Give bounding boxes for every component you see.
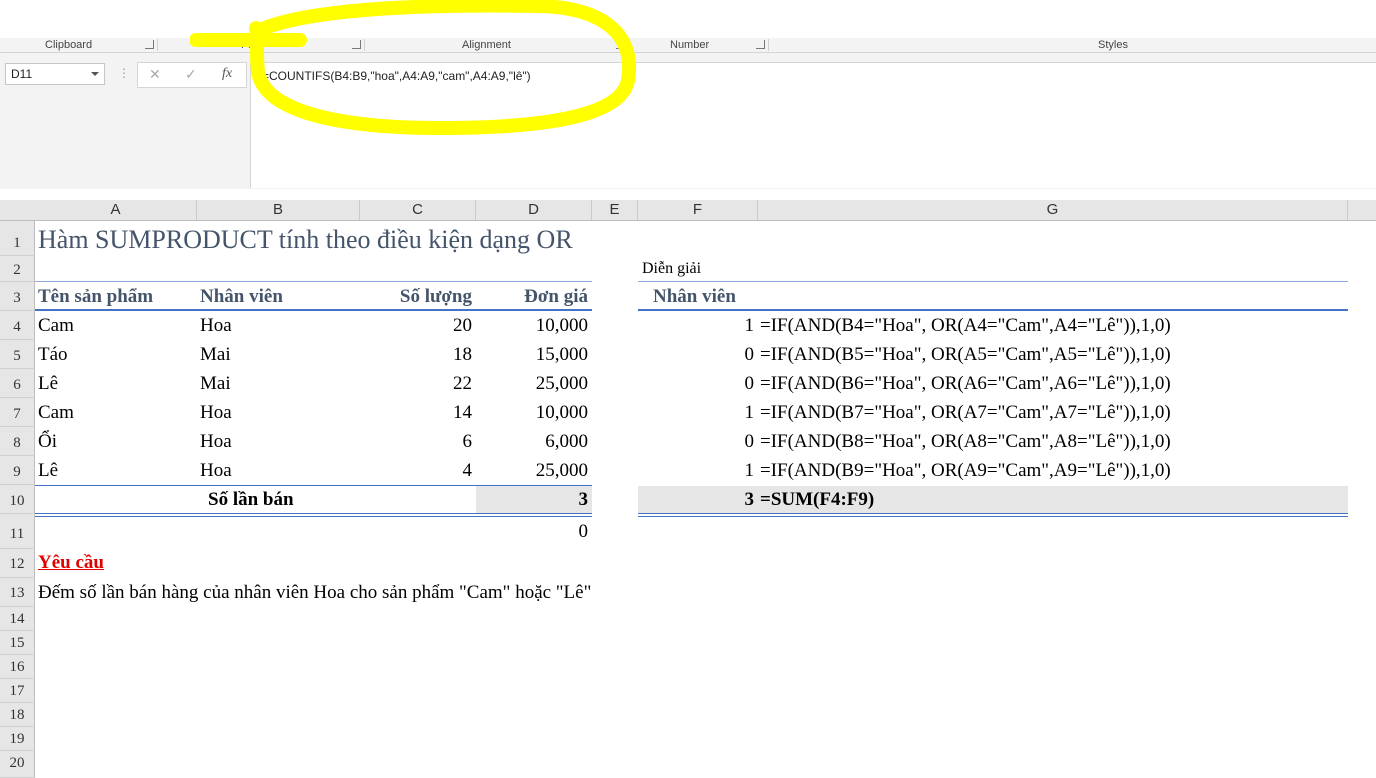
cell-qty[interactable]: 20: [360, 315, 472, 337]
row-header[interactable]: 18: [0, 703, 35, 727]
column-header[interactable]: G: [758, 200, 1348, 220]
header-border: [35, 309, 592, 311]
column-header[interactable]: E: [592, 200, 638, 220]
row-header[interactable]: 3: [0, 282, 35, 311]
row-header[interactable]: 5: [0, 340, 35, 369]
cell-staff[interactable]: Hoa: [200, 460, 232, 482]
column-headers: A B C D E F G: [0, 200, 1376, 221]
cell-qty[interactable]: 4: [360, 460, 473, 482]
row-header[interactable]: 9: [0, 456, 35, 485]
total-value[interactable]: 3: [476, 489, 589, 511]
explain-label[interactable]: Diễn giải: [642, 260, 701, 278]
ribbon-group-number: Number: [670, 39, 710, 51]
header-f-staff[interactable]: Nhân viên: [653, 286, 736, 308]
name-box[interactable]: D11: [5, 63, 105, 85]
cell-expr[interactable]: =IF(AND(B5="Hoa", OR(A5="Cam",A5="Lê")),…: [760, 344, 1171, 366]
row-header[interactable]: 15: [0, 631, 35, 655]
cell-price[interactable]: 25,000: [476, 373, 588, 395]
column-header[interactable]: A: [35, 200, 197, 220]
header-price[interactable]: Đơn giá: [476, 286, 588, 308]
total-bottom-border: [638, 516, 1348, 517]
row-header[interactable]: 8: [0, 427, 35, 456]
cell-staff[interactable]: Hoa: [200, 315, 232, 337]
cell-product[interactable]: Lê: [38, 373, 58, 395]
clipboard-launcher-icon[interactable]: [145, 40, 154, 49]
cell-price[interactable]: 10,000: [476, 402, 588, 424]
cell-product[interactable]: Ổi: [38, 431, 57, 453]
table-top-border: [35, 281, 592, 282]
column-header[interactable]: D: [476, 200, 592, 220]
ribbon-divider: [768, 39, 769, 51]
cell-product[interactable]: Táo: [38, 344, 68, 366]
cell-price[interactable]: 6,000: [476, 431, 588, 453]
cell-d11[interactable]: 0: [476, 521, 589, 543]
cell-qty[interactable]: 22: [360, 373, 472, 395]
ribbon-group-clipboard: Clipboard: [45, 39, 93, 51]
row-header[interactable]: 10: [0, 485, 35, 514]
cell-price[interactable]: 10,000: [476, 315, 588, 337]
table-top-border: [638, 281, 1348, 282]
row-header[interactable]: 17: [0, 679, 35, 703]
cell-qty[interactable]: 6: [360, 431, 473, 453]
total-label[interactable]: Số lần bán: [208, 489, 294, 511]
row-header[interactable]: 16: [0, 655, 35, 679]
requirement-text[interactable]: Đếm số lần bán hàng của nhân viên Hoa ch…: [38, 582, 591, 604]
cell-flag[interactable]: 1: [638, 460, 755, 482]
cell-expr[interactable]: =IF(AND(B8="Hoa", OR(A8="Cam",A8="Lê")),…: [760, 431, 1171, 453]
cancel-icon[interactable]: ✕: [149, 66, 161, 83]
cell-expr[interactable]: =IF(AND(B9="Hoa", OR(A9="Cam",A9="Lê")),…: [760, 460, 1171, 482]
ribbon-divider: [157, 39, 158, 51]
column-header[interactable]: B: [197, 200, 360, 220]
cell-flag[interactable]: 0: [638, 373, 755, 395]
row-header[interactable]: 13: [0, 578, 35, 607]
row-header[interactable]: 19: [0, 727, 35, 751]
number-launcher-icon[interactable]: [756, 40, 765, 49]
cell-qty[interactable]: 18: [360, 344, 472, 366]
total-bottom-border: [35, 516, 592, 517]
header-product[interactable]: Tên sản phẩm: [38, 286, 153, 308]
cell-expr[interactable]: =IF(AND(B6="Hoa", OR(A6="Cam",A6="Lê")),…: [760, 373, 1171, 395]
cell-flag[interactable]: 0: [638, 344, 755, 366]
sheet-title[interactable]: Hàm SUMPRODUCT tính theo điều kiện dạng …: [38, 225, 573, 255]
cell-flag[interactable]: 1: [638, 315, 755, 337]
cell-expr[interactable]: =IF(AND(B7="Hoa", OR(A7="Cam",A7="Lê")),…: [760, 402, 1171, 424]
cell-qty[interactable]: 14: [360, 402, 472, 424]
row-header[interactable]: 12: [0, 549, 35, 578]
name-box-value: D11: [11, 67, 33, 81]
row-header[interactable]: 20: [0, 751, 35, 778]
column-header[interactable]: C: [360, 200, 476, 220]
row-header[interactable]: 6: [0, 369, 35, 398]
row-header[interactable]: 2: [0, 256, 35, 282]
cell-expr[interactable]: =IF(AND(B4="Hoa", OR(A4="Cam",A4="Lê")),…: [760, 315, 1171, 337]
highlight-annotation: [190, 0, 637, 135]
cell-product[interactable]: Cam: [38, 402, 74, 424]
header-staff[interactable]: Nhân viên: [200, 286, 283, 308]
row-header[interactable]: 14: [0, 607, 35, 631]
cell-staff[interactable]: Mai: [200, 344, 231, 366]
cell-staff[interactable]: Hoa: [200, 402, 232, 424]
f-total-value[interactable]: 3: [638, 489, 755, 511]
row-header[interactable]: 11: [0, 514, 35, 549]
cell-staff[interactable]: Hoa: [200, 431, 232, 453]
requirement-title[interactable]: Yêu cầu: [38, 552, 104, 574]
cell-flag[interactable]: 1: [638, 402, 755, 424]
ribbon-group-styles: Styles: [1098, 39, 1128, 51]
column-header[interactable]: F: [638, 200, 758, 220]
total-bottom-border: [638, 513, 1348, 514]
row-header[interactable]: 7: [0, 398, 35, 427]
row-header[interactable]: 4: [0, 311, 35, 340]
chevron-down-icon[interactable]: [91, 72, 99, 76]
header-qty[interactable]: Số lượng: [360, 286, 472, 308]
cell-price[interactable]: 15,000: [476, 344, 588, 366]
row-header[interactable]: 1: [0, 221, 35, 256]
cell-product[interactable]: Lê: [38, 460, 58, 482]
drag-handle-icon[interactable]: ⋮: [118, 66, 130, 80]
cell-product[interactable]: Cam: [38, 315, 74, 337]
cell-flag[interactable]: 0: [638, 431, 755, 453]
total-bottom-border: [35, 513, 592, 514]
f-total-expr[interactable]: =SUM(F4:F9): [760, 489, 874, 511]
cell-staff[interactable]: Mai: [200, 373, 231, 395]
header-border: [638, 309, 1348, 311]
cell-price[interactable]: 25,000: [476, 460, 588, 482]
